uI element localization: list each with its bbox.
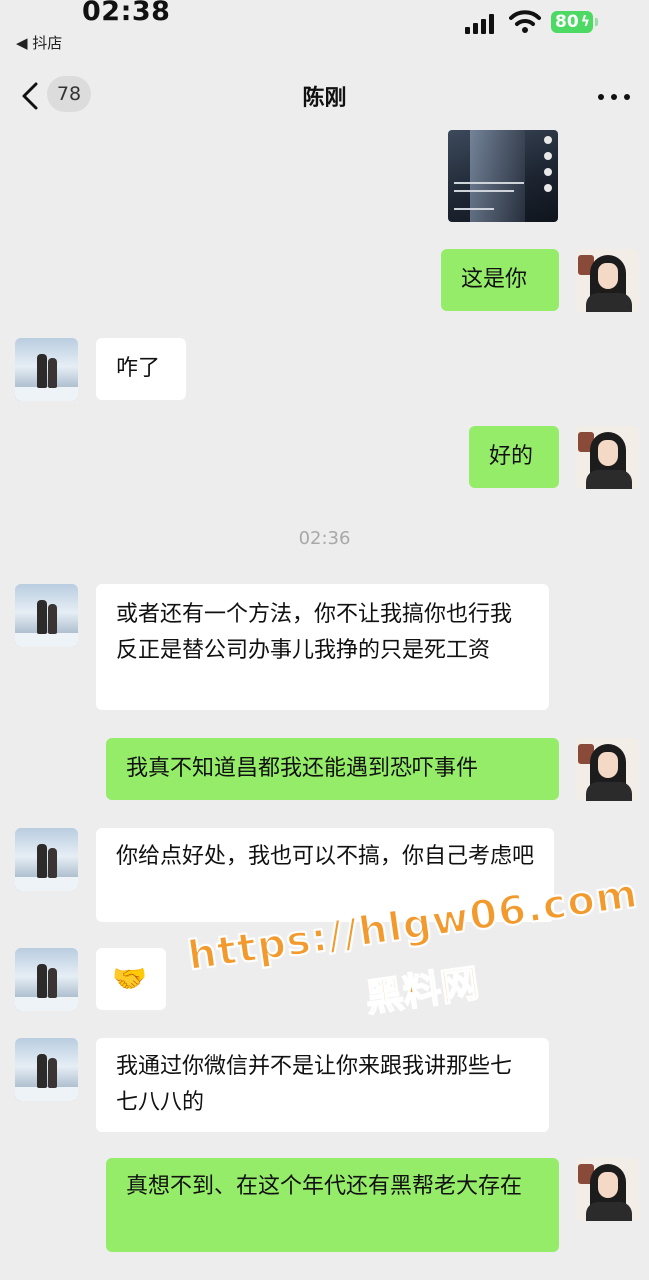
cellular-signal-icon [465,14,495,34]
message-bubble-contact[interactable]: 你给点好处，我也可以不搞，你自己考虑吧 [96,828,554,922]
message-bubble-self[interactable]: 好的 [469,426,559,488]
video-caption-line [454,208,494,210]
video-share-icon [544,184,552,192]
time-divider: 02:36 [298,528,351,549]
video-favorite-icon [544,168,552,176]
contact-avatar[interactable] [15,828,78,891]
video-caption-line [454,190,514,192]
self-avatar[interactable] [576,738,639,801]
status-time: 02:38 [82,0,171,27]
watermark-site-name: 黑料网 [362,960,483,1021]
shared-video-thumbnail[interactable] [448,130,558,222]
self-avatar[interactable] [576,249,639,312]
video-like-icon [544,136,552,144]
contact-avatar[interactable] [15,584,78,647]
contact-avatar[interactable] [15,948,78,1011]
contact-avatar[interactable] [15,338,78,401]
message-bubble-contact[interactable]: 咋了 [96,338,186,400]
more-options-button[interactable] [596,82,632,110]
message-bubble-self[interactable]: 我真不知道昌都我还能遇到恐吓事件 [106,738,559,800]
video-caption-line [454,182,524,184]
self-avatar[interactable] [576,426,639,489]
battery-level: 80 [555,12,579,32]
wifi-icon [509,10,541,33]
message-bubble-emoji[interactable]: 🤝 [96,948,166,1010]
message-bubble-self[interactable]: 这是你 [441,249,559,311]
message-bubble-contact[interactable]: 或者还有一个方法，你不让我搞你也行我反正是替公司办事儿我挣的只是死工资 [96,584,549,710]
video-comment-icon [544,152,552,160]
charging-icon: ϟ [580,14,590,30]
status-bar: 02:38 ◀ 抖店 80 ϟ [0,0,649,58]
contact-avatar[interactable] [15,1038,78,1101]
message-bubble-contact[interactable]: 我通过你微信并不是让你来跟我讲那些七七八八的 [96,1038,549,1132]
self-avatar[interactable] [576,1158,639,1221]
message-bubble-self[interactable]: 真想不到、在这个年代还有黑帮老大存在 [106,1158,559,1252]
chat-header: 78 陈刚 [0,60,649,132]
back-to-app-link[interactable]: ◀ 抖店 [16,32,62,53]
battery-indicator: 80 ϟ [551,11,598,33]
chat-title: 陈刚 [302,86,347,111]
